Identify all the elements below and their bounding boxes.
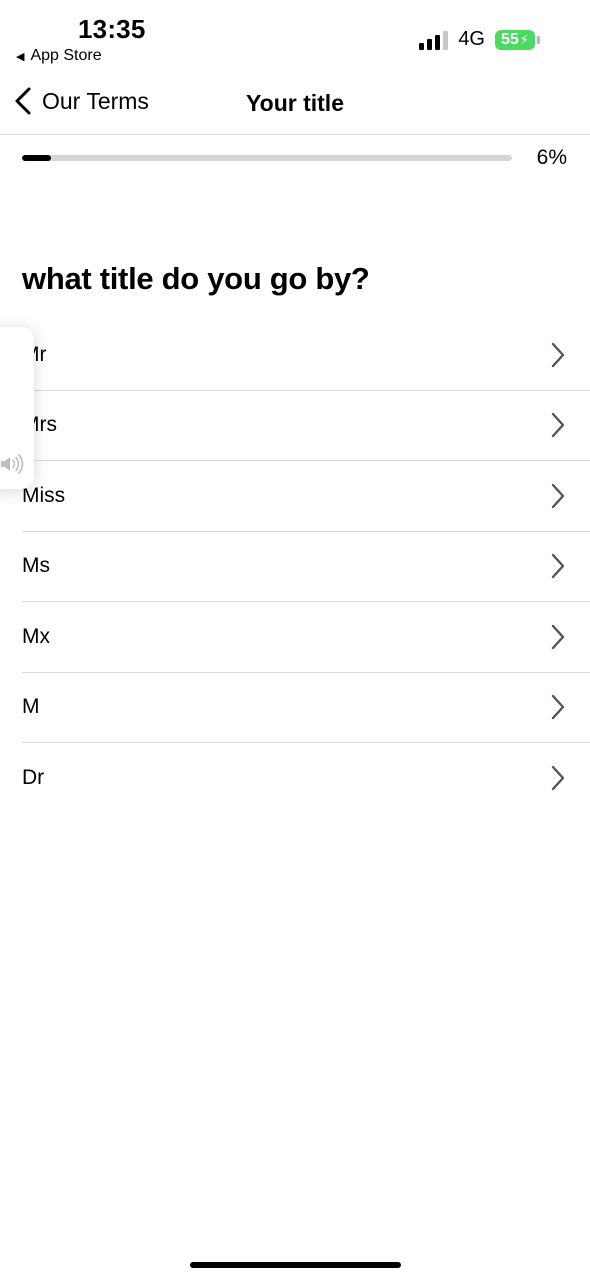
option-mrs[interactable]: Mrs: [22, 391, 590, 461]
home-indicator[interactable]: [190, 1262, 401, 1268]
question-heading: what title do you go by?: [22, 261, 370, 296]
option-label: Ms: [22, 554, 50, 578]
option-ms[interactable]: Ms: [22, 532, 590, 602]
battery-icon: 55 ⚡: [495, 29, 540, 50]
nav-divider: [0, 134, 590, 135]
option-label: Dr: [22, 766, 45, 790]
screen: 13:35 ◀ App Store 4G 55 ⚡ Our Terms Your…: [0, 0, 590, 1280]
progress-bar: [22, 155, 512, 161]
charging-bolt-icon: ⚡: [519, 31, 529, 47]
speaker-icon: [1, 454, 24, 474]
progress-percent: 6%: [536, 146, 567, 169]
cellular-signal-icon: [419, 30, 449, 50]
chevron-right-icon: [551, 483, 565, 508]
option-m[interactable]: M: [22, 673, 590, 743]
progress-bar-fill: [22, 155, 52, 161]
back-triangle-icon: ◀: [16, 50, 25, 63]
option-label: Miss: [22, 483, 66, 507]
title-options-list: Mr Mrs Miss Ms Mx M Dr: [22, 320, 590, 814]
chevron-right-icon: [551, 695, 565, 720]
read-aloud-tab[interactable]: [0, 327, 34, 489]
option-label: M: [22, 695, 40, 719]
chevron-right-icon: [551, 554, 565, 579]
chevron-right-icon: [551, 766, 565, 791]
status-indicators: 4G 55 ⚡: [419, 28, 540, 51]
network-type: 4G: [458, 28, 485, 50]
return-app-label: App Store: [30, 47, 102, 64]
option-label: Mx: [22, 624, 50, 648]
option-mr[interactable]: Mr: [22, 320, 590, 391]
chevron-right-icon: [551, 342, 565, 367]
battery-level: 55: [501, 30, 519, 48]
chevron-right-icon: [551, 413, 565, 438]
return-to-app-store-link[interactable]: ◀ App Store: [16, 47, 102, 65]
option-miss[interactable]: Miss: [22, 461, 590, 532]
option-mx[interactable]: Mx: [22, 602, 590, 673]
chevron-right-icon: [551, 624, 565, 649]
option-dr[interactable]: Dr: [22, 743, 590, 814]
page-title: Your title: [246, 90, 344, 116]
status-time: 13:35: [78, 14, 146, 44]
